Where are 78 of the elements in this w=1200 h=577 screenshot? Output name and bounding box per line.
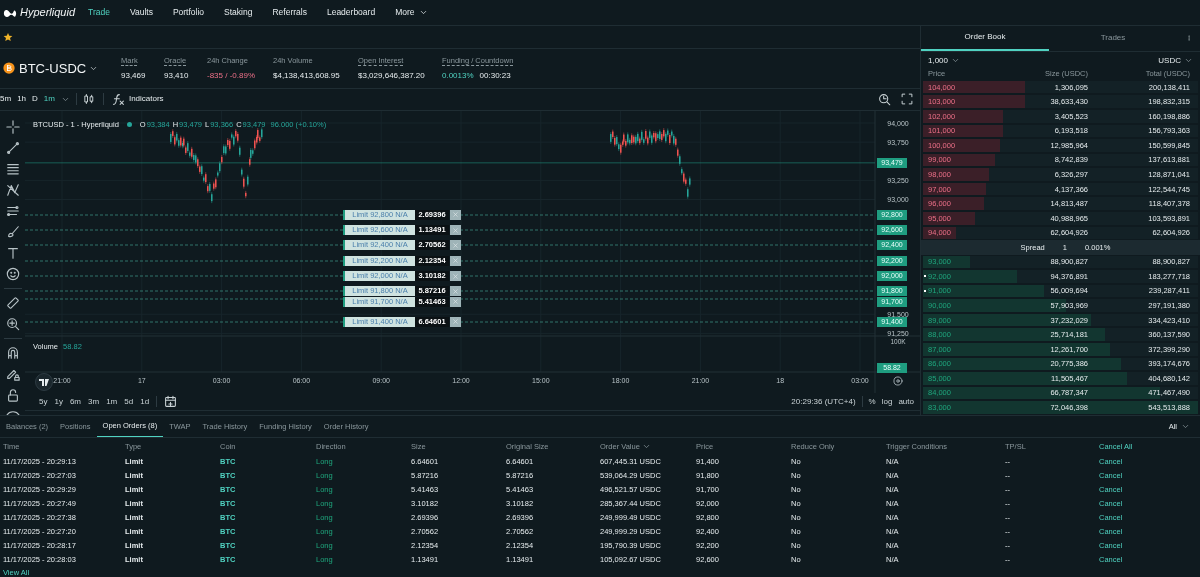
measure-icon[interactable] [5, 204, 20, 218]
settings-icon[interactable] [893, 376, 903, 386]
order-book-tab[interactable]: Trades [1049, 26, 1177, 51]
logo-icon [3, 7, 17, 18]
calendar-icon[interactable] [164, 395, 178, 408]
chevron-icon [1181, 422, 1190, 431]
magnet-icon[interactable] [5, 346, 20, 360]
nav-link[interactable]: Vaults [129, 6, 153, 19]
sort-icon [641, 442, 651, 451]
cancel-order-button[interactable] [450, 209, 461, 220]
stat-value: $3,029,646,387.20 [358, 69, 425, 82]
trend-line-icon[interactable] [5, 141, 20, 155]
coin-icon [3, 62, 15, 75]
stat-value: $4,138,413,608.95 [273, 69, 340, 82]
close-icon [452, 287, 459, 295]
chevron-icon[interactable] [89, 64, 98, 73]
brand-name: Hyperliquid [20, 5, 76, 21]
scale-option[interactable]: auto [898, 395, 914, 408]
crosshair-icon[interactable] [5, 120, 20, 134]
nav-link[interactable]: Leaderboard [326, 6, 376, 19]
close-icon [452, 257, 459, 265]
range-button[interactable]: 3m [88, 395, 100, 408]
interval-button[interactable]: 1h [17, 93, 27, 106]
range-button[interactable]: 1d [140, 395, 150, 408]
cancel-order-button[interactable] [450, 255, 461, 266]
ruler-icon[interactable] [5, 296, 20, 310]
tick-size-select[interactable]: 1,000 [928, 54, 961, 67]
close-icon [452, 241, 459, 249]
stat-value: 93,410 [164, 69, 189, 82]
fullscreen-icon[interactable] [901, 93, 913, 106]
search-icon[interactable] [878, 92, 891, 106]
clock-text: 20:29:36 (UTC+4) [791, 395, 856, 408]
nav-link[interactable]: Referrals [272, 6, 307, 19]
lines-icon[interactable] [5, 162, 20, 176]
stat-value: 00:30:23 [479, 69, 511, 82]
cancel-order-button[interactable] [450, 296, 461, 307]
star-icon[interactable] [3, 32, 13, 43]
more-menu[interactable]: More [395, 6, 428, 19]
cancel-order-button[interactable] [450, 286, 461, 297]
interval-button[interactable]: D [32, 93, 38, 106]
logo-icon[interactable] [35, 373, 53, 391]
stat-value: 0.0013% [442, 69, 474, 82]
range-button[interactable]: 1y [54, 395, 63, 408]
cancel-order-button[interactable] [450, 240, 461, 251]
range-button[interactable]: 6m [69, 395, 82, 408]
cancel-order-button[interactable] [450, 225, 461, 236]
nav-link[interactable]: Trade [88, 6, 110, 19]
range-button[interactable]: 5y [39, 395, 48, 408]
smiley-icon[interactable] [5, 267, 20, 281]
text-tool-icon[interactable] [5, 246, 20, 260]
range-button[interactable]: 5d [124, 395, 134, 408]
lock-icon[interactable] [5, 388, 20, 402]
range-button[interactable]: 1m [106, 395, 118, 408]
chevron-icon [418, 8, 428, 17]
brush-icon[interactable] [5, 225, 20, 239]
close-icon [452, 318, 459, 326]
cancel-order-button[interactable] [450, 316, 461, 327]
nav-link[interactable]: Portfolio [172, 6, 205, 19]
stat-value: 93,469 [121, 69, 146, 82]
zoom-in-icon[interactable] [5, 317, 20, 331]
stat-value: -835 / -0.89% [207, 69, 256, 82]
function-icon [111, 92, 125, 106]
close-icon [452, 298, 459, 306]
unit-select[interactable]: USDC [1158, 54, 1193, 67]
indicators-button[interactable]: Indicators [111, 92, 164, 106]
interval-button[interactable]: 1m [43, 93, 55, 106]
pattern-icon[interactable] [5, 183, 20, 197]
candles-icon[interactable] [82, 93, 95, 106]
order-book-tab[interactable]: Order Book [921, 26, 1049, 51]
interval-button[interactable]: 5m [0, 93, 12, 106]
close-icon [452, 272, 459, 280]
nav-link[interactable]: Staking [224, 6, 253, 19]
scale-option[interactable]: % [868, 395, 876, 408]
pencil-lock-icon[interactable] [5, 367, 20, 381]
close-icon [452, 211, 459, 219]
market-symbol[interactable]: BTC-USDC [19, 58, 89, 79]
close-icon [452, 226, 459, 234]
scale-option[interactable]: log [881, 395, 893, 408]
